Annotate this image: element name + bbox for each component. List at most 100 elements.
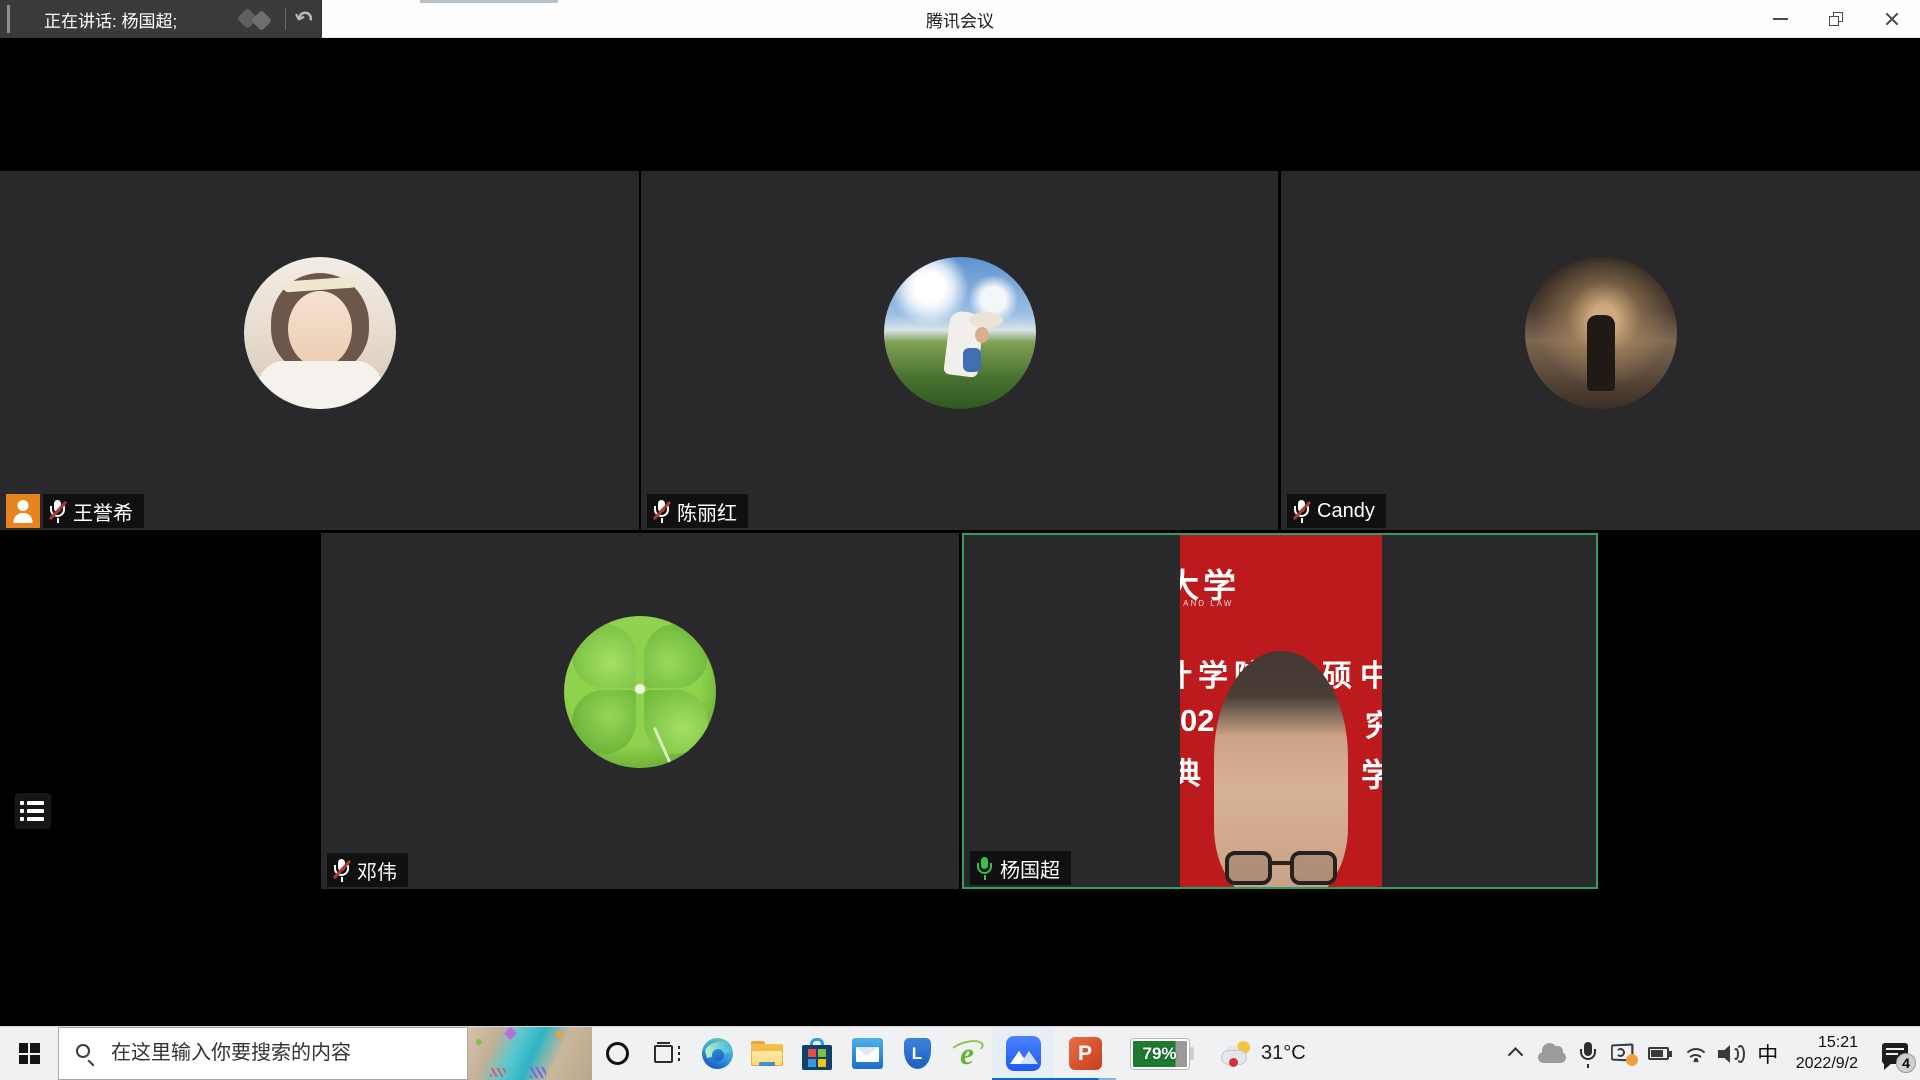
microphone-tray-button[interactable] — [1570, 1027, 1606, 1080]
ime-label: 中 — [1757, 1039, 1778, 1069]
task-view-icon — [654, 1045, 680, 1063]
undo-arrow-icon[interactable]: ↶ — [291, 6, 315, 33]
news-widget-thumbnail[interactable] — [468, 1027, 592, 1080]
mail-button[interactable] — [842, 1027, 892, 1080]
shield-icon: L — [904, 1038, 931, 1069]
speaking-banner-text: 正在讲话: 杨国超; — [44, 7, 177, 32]
backdrop-text: 02 — [1180, 703, 1214, 739]
action-center-button[interactable]: 4 — [1870, 1027, 1920, 1080]
wifi-tray-button[interactable] — [1678, 1027, 1714, 1080]
name-tag: 陈丽红 — [647, 494, 748, 528]
participant-name: 陈丽红 — [677, 497, 737, 526]
clover-leaf — [572, 690, 636, 754]
live-video-feed: 大学 S AND LAW 计学院 硕中 02 究 典 学 — [1180, 535, 1382, 887]
battery-widget[interactable]: 79% — [1116, 1027, 1208, 1080]
active-mic-icon — [976, 856, 993, 880]
participant-name: 邓伟 — [357, 856, 397, 885]
participant-tile-wangyuxi[interactable]: 王誉希 — [0, 171, 639, 530]
cortana-icon — [606, 1042, 629, 1065]
avatar-dengwei-clover — [564, 616, 716, 768]
participant-tile-dengwei[interactable]: 邓伟 — [321, 533, 959, 889]
participant-tile-candy[interactable]: Candy — [1281, 171, 1920, 530]
window-controls — [1752, 0, 1920, 38]
ime-indicator[interactable]: 中 — [1750, 1027, 1786, 1080]
speaker-icon — [1718, 1043, 1746, 1065]
mail-icon — [852, 1038, 883, 1069]
clover-leaf — [572, 624, 636, 688]
microphone-icon — [1580, 1042, 1596, 1066]
browser-e-icon: e — [951, 1038, 983, 1070]
screen-sync-icon — [1610, 1042, 1638, 1066]
clover-leaf — [644, 624, 708, 688]
system-tray: 中 15:21 2022/9/2 4 — [1498, 1027, 1920, 1080]
taskbar-clock[interactable]: 15:21 2022/9/2 — [1786, 1027, 1870, 1080]
name-tag: 王誉希 — [6, 494, 144, 528]
news-and-interests-button[interactable]: 31°C — [1208, 1027, 1320, 1080]
avatar-body — [258, 361, 382, 409]
search-input[interactable] — [111, 1042, 451, 1065]
avatar-face — [975, 327, 989, 343]
muted-mic-icon — [333, 858, 350, 882]
microsoft-store-button[interactable] — [792, 1027, 842, 1080]
participant-tile-yangguochao-active[interactable]: 大学 S AND LAW 计学院 硕中 02 究 典 学 — [962, 533, 1598, 889]
clover-leaf — [644, 690, 708, 754]
backdrop-text: S AND LAW — [1180, 599, 1233, 608]
tencent-meeting-window: 腾讯会议 正在讲话: 杨国超; ↶ — [0, 0, 1920, 1080]
battery-graphic: 79% — [1131, 1039, 1189, 1069]
speaking-banner: 正在讲话: 杨国超; ↶ — [0, 0, 322, 38]
avatar-wangyuxi — [244, 257, 396, 409]
muted-mic-icon — [1293, 499, 1310, 523]
volume-tray-button[interactable] — [1714, 1027, 1750, 1080]
avatar-scarf — [963, 348, 981, 372]
start-button[interactable] — [0, 1027, 58, 1080]
banner-tools: ↶ — [237, 0, 312, 38]
notification-count-badge: 4 — [1896, 1053, 1916, 1073]
participant-tile-chenlihong[interactable]: 陈丽红 — [641, 171, 1278, 530]
avatar-figure — [1587, 315, 1615, 391]
lenovo-app-button[interactable]: L — [892, 1027, 942, 1080]
edge-browser-button[interactable] — [692, 1027, 742, 1080]
minimize-button[interactable] — [1752, 0, 1808, 38]
battery-percent: 79% — [1142, 1044, 1176, 1064]
screen-share-tray-button[interactable] — [1606, 1027, 1642, 1080]
restore-icon — [1829, 12, 1843, 26]
muted-mic-icon — [49, 499, 66, 523]
task-view-button[interactable] — [642, 1027, 692, 1080]
cortana-button[interactable] — [592, 1027, 642, 1080]
search-icon — [75, 1043, 97, 1065]
muted-mic-icon — [653, 499, 670, 523]
participant-list-button[interactable] — [15, 793, 51, 829]
battery-icon — [1648, 1047, 1672, 1060]
annotation-tools-icon[interactable] — [237, 6, 277, 32]
browser-360-button[interactable]: e — [942, 1027, 992, 1080]
tray-expand-button[interactable] — [1498, 1027, 1534, 1080]
participant-name: 王誉希 — [73, 497, 133, 526]
chevron-up-icon — [1508, 1047, 1524, 1063]
file-explorer-button[interactable] — [742, 1027, 792, 1080]
weather-temperature: 31°C — [1261, 1042, 1306, 1065]
tencent-meeting-taskbar-button[interactable] — [992, 1027, 1054, 1080]
background-window-edge — [420, 0, 558, 3]
onedrive-tray-button[interactable] — [1534, 1027, 1570, 1080]
banner-divider — [285, 8, 286, 30]
video-grid: 王誉希 陈丽红 — [0, 38, 1920, 1026]
taskbar-search-box[interactable] — [58, 1027, 468, 1080]
powerpoint-taskbar-button[interactable]: P — [1054, 1027, 1116, 1080]
glasses — [1225, 851, 1337, 887]
avatar-hat — [969, 312, 1003, 328]
minimize-icon — [1773, 18, 1788, 20]
avatar-chenlihong — [884, 257, 1036, 409]
close-button[interactable] — [1864, 0, 1920, 38]
backdrop-text: 学 — [1361, 750, 1382, 796]
status-dot — [1626, 1054, 1638, 1066]
wifi-icon — [1682, 1044, 1710, 1064]
participant-name: 杨国超 — [1000, 854, 1060, 883]
backdrop-text: 究 — [1365, 701, 1382, 745]
battery-tray-button[interactable] — [1642, 1027, 1678, 1080]
restore-button[interactable] — [1808, 0, 1864, 38]
avatar-face — [288, 291, 352, 367]
store-icon — [802, 1038, 832, 1070]
name-tag: Candy — [1287, 494, 1386, 528]
onedrive-cloud-icon — [1538, 1045, 1566, 1063]
file-explorer-icon — [751, 1041, 783, 1066]
